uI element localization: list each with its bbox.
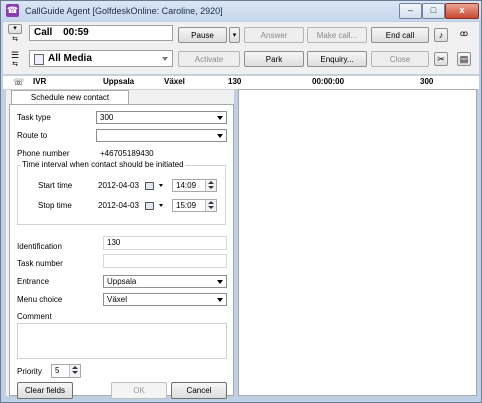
switchboard-name: Växel	[164, 77, 185, 86]
schedule-form-panel: Task type 300 Route to Phone number +467…	[9, 104, 234, 399]
time-interval-group: Time interval when contact should be ini…	[17, 160, 226, 225]
dropdown-menu-icon[interactable]: ▾	[8, 24, 22, 34]
transfer-list-icon[interactable]: ⇆	[8, 36, 22, 46]
task-type-value: 300	[100, 113, 114, 122]
start-date-value: 2012-04-03	[98, 181, 139, 190]
comment-textarea[interactable]	[17, 323, 227, 359]
park-button[interactable]: Park	[244, 51, 304, 67]
tab-schedule-new-contact[interactable]: Schedule new contact	[11, 90, 129, 105]
ok-button[interactable]: OK	[111, 382, 167, 399]
start-time-label: Start time	[38, 181, 73, 190]
minimize-button[interactable]: –	[399, 3, 422, 19]
cancel-button[interactable]: Cancel	[171, 382, 227, 399]
call-duration: 00:00:00	[312, 77, 345, 86]
phone-handset-icon: ☏	[13, 77, 25, 87]
voicemail-icon[interactable]: ꝏ	[457, 28, 471, 42]
call-number: 130	[228, 77, 242, 86]
end-call-button[interactable]: End call	[371, 27, 429, 43]
window-title: CallGuide Agent [GolfdeskOnline: Carolin…	[25, 6, 223, 16]
stop-time-label: Stop time	[38, 201, 72, 210]
task-number-field[interactable]	[103, 254, 227, 268]
priority-label: Priority	[17, 367, 42, 376]
spinner-arrows-icon[interactable]	[205, 180, 216, 191]
entrance-value: Uppsala	[107, 277, 137, 286]
task-type-select[interactable]: 300	[96, 111, 227, 124]
enquiry-button[interactable]: Enquiry...	[307, 51, 367, 67]
menu-choice-value: Växel	[107, 295, 128, 304]
media-icon	[34, 54, 44, 65]
identification-label: Identification	[17, 242, 62, 251]
title-bar: ☎ CallGuide Agent [GolfdeskOnline: Carol…	[1, 1, 481, 21]
music-note-icon[interactable]: ♪	[434, 28, 448, 42]
entrance-label: Entrance	[17, 277, 50, 286]
identification-field[interactable]: 130	[103, 236, 227, 250]
start-time-spinner[interactable]: 14:09	[172, 179, 217, 192]
contact-form-pane: Schedule new contact Task type 300 Route…	[6, 90, 234, 399]
contacts-list-icon[interactable]: ⇆	[8, 61, 22, 71]
chevron-down-icon	[217, 280, 223, 284]
route-to-select[interactable]	[96, 129, 227, 142]
media-select[interactable]: All Media	[29, 50, 173, 67]
priority-value: 5	[55, 366, 60, 375]
media-select-value: All Media	[48, 53, 92, 64]
stop-time-spinner[interactable]: 15:09	[172, 199, 217, 212]
phone-number-label: Phone number	[17, 149, 70, 158]
pause-button[interactable]: Pause	[178, 27, 227, 43]
queue-name: IVR	[33, 77, 47, 86]
chevron-down-icon	[162, 57, 168, 61]
call-label: Call	[34, 27, 53, 38]
location-name: Uppsala	[103, 77, 135, 86]
stop-date-picker[interactable]: 2012-04-03	[94, 199, 166, 212]
activate-button[interactable]: Activate	[178, 51, 240, 67]
callguide-app-icon: ☎	[6, 4, 19, 17]
start-time-value: 14:09	[176, 181, 197, 190]
stop-time-value: 15:09	[176, 201, 197, 210]
pause-options-dropdown[interactable]: ▾	[229, 27, 240, 43]
close-button[interactable]: Close	[371, 51, 429, 67]
chevron-down-icon	[217, 134, 223, 138]
spinner-arrows-icon[interactable]	[69, 365, 80, 377]
call-timer: 00:59	[63, 27, 89, 38]
chevron-down-icon	[217, 298, 223, 302]
phone-book-icon[interactable]: ▤	[457, 52, 471, 66]
task-number-label: Task number	[17, 259, 63, 268]
stop-date-value: 2012-04-03	[98, 201, 139, 210]
time-interval-legend: Time interval when contact should be ini…	[21, 160, 185, 169]
clear-fields-button[interactable]: Clear fields	[17, 382, 73, 399]
task-type-label: Task type	[17, 113, 51, 122]
answer-button[interactable]: Answer	[244, 27, 304, 43]
call-status-field: Call 00:59	[29, 25, 173, 41]
calendar-icon	[145, 202, 154, 210]
maximize-button[interactable]: □	[422, 3, 445, 19]
start-date-picker[interactable]: 2012-04-03	[94, 179, 166, 192]
chevron-down-icon	[217, 116, 223, 120]
phone-number-field[interactable]: +46705189430	[96, 147, 227, 160]
route-to-label: Route to	[17, 131, 48, 140]
make-call-button[interactable]: Make call...	[307, 27, 367, 43]
calendar-icon	[145, 182, 154, 190]
active-call-info-row: ☏ IVR Uppsala Växel 130 00:00:00 300	[3, 75, 479, 90]
entrance-select[interactable]: Uppsala	[103, 275, 227, 288]
chevron-down-icon	[159, 204, 163, 207]
chevron-down-icon	[159, 184, 163, 187]
priority-spinner[interactable]: 5	[51, 364, 81, 378]
scissors-icon[interactable]: ✂	[434, 52, 448, 66]
contact-detail-pane	[238, 89, 477, 396]
call-count: 300	[420, 77, 434, 86]
comment-label: Comment	[17, 312, 52, 321]
call-toolbar: ▾ ⇆ ☰ ⇆ Call 00:59 All Media Pause ▾ Ans…	[3, 22, 479, 74]
app-window: ☎ CallGuide Agent [GolfdeskOnline: Carol…	[0, 0, 482, 403]
close-window-button[interactable]: x	[445, 3, 479, 19]
menu-choice-label: Menu choice	[17, 295, 63, 304]
menu-choice-select[interactable]: Växel	[103, 293, 227, 306]
spinner-arrows-icon[interactable]	[205, 200, 216, 211]
